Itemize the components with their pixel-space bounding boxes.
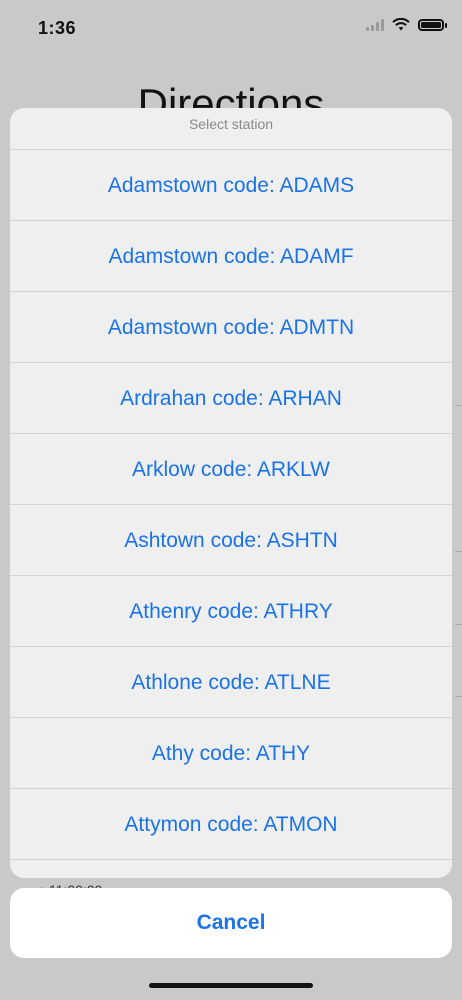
station-action-sheet: Select station Adamstown code: ADAMS Ada… <box>10 108 452 878</box>
status-bar: 1:36 <box>0 0 462 58</box>
divider <box>455 405 462 406</box>
divider <box>455 624 462 625</box>
action-sheet-title: Select station <box>10 108 452 150</box>
status-time: 1:36 <box>38 18 77 38</box>
station-option[interactable]: Adamstown code: ADAMF <box>10 221 452 292</box>
cellular-signal-icon <box>366 18 384 31</box>
status-icons <box>366 18 447 31</box>
station-option[interactable]: Adamstown code: ADAMS <box>10 150 452 221</box>
station-option[interactable]: Athenry code: ATHRY <box>10 576 452 647</box>
home-indicator[interactable] <box>149 983 313 988</box>
station-option[interactable]: Ardrahan code: ARHAN <box>10 363 452 434</box>
divider <box>455 551 462 552</box>
station-option[interactable]: Adamstown code: ADMTN <box>10 292 452 363</box>
station-option[interactable]: Ashtown code: ASHTN <box>10 505 452 576</box>
station-option[interactable]: Athy code: ATHY <box>10 718 452 789</box>
station-option[interactable]: Attymon code: ATMON <box>10 789 452 860</box>
divider <box>455 696 462 697</box>
station-option[interactable]: Athlone code: ATLNE <box>10 647 452 718</box>
wifi-icon <box>392 18 410 31</box>
station-option[interactable]: Arklow code: ARKLW <box>10 434 452 505</box>
battery-icon <box>418 18 447 31</box>
cancel-button[interactable]: Cancel <box>10 888 452 958</box>
